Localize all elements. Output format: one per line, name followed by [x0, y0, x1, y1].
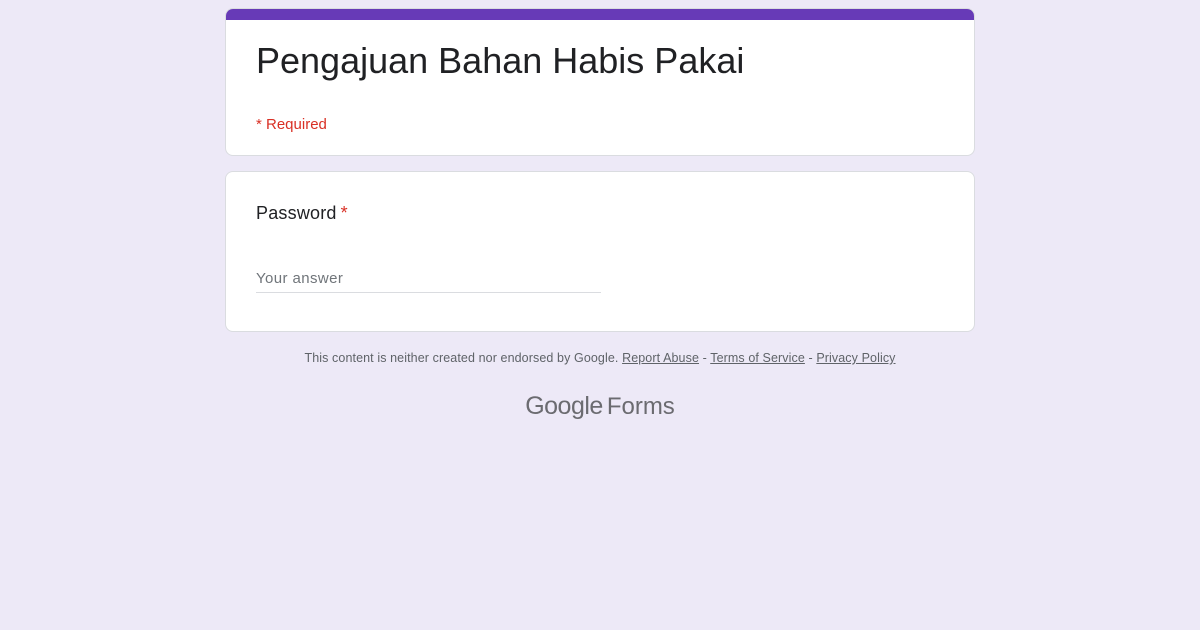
google-forms-logo[interactable]: Google Forms	[0, 392, 1200, 421]
google-logo-text: Google	[525, 392, 603, 420]
forms-logo-text: Forms	[606, 393, 675, 420]
footer-separator: -	[808, 351, 813, 365]
question-card-password: Password *	[225, 171, 975, 332]
footer-disclaimer: This content is neither created nor endo…	[0, 351, 1200, 365]
form-header-card: Pengajuan Bahan Habis Pakai * Required	[225, 8, 975, 156]
password-answer-input[interactable]	[256, 264, 601, 293]
terms-of-service-link[interactable]: Terms of Service	[710, 351, 805, 365]
report-abuse-link[interactable]: Report Abuse	[622, 351, 699, 365]
required-asterisk: *	[340, 203, 348, 223]
question-label: Password *	[256, 203, 348, 224]
question-title: Password	[256, 203, 337, 223]
disclaimer-text: This content is neither created nor endo…	[304, 351, 619, 365]
footer-separator: -	[702, 351, 707, 365]
accent-bar	[226, 9, 974, 20]
privacy-policy-link[interactable]: Privacy Policy	[816, 351, 895, 365]
form-title: Pengajuan Bahan Habis Pakai	[256, 40, 745, 81]
required-note: * Required	[256, 116, 327, 133]
